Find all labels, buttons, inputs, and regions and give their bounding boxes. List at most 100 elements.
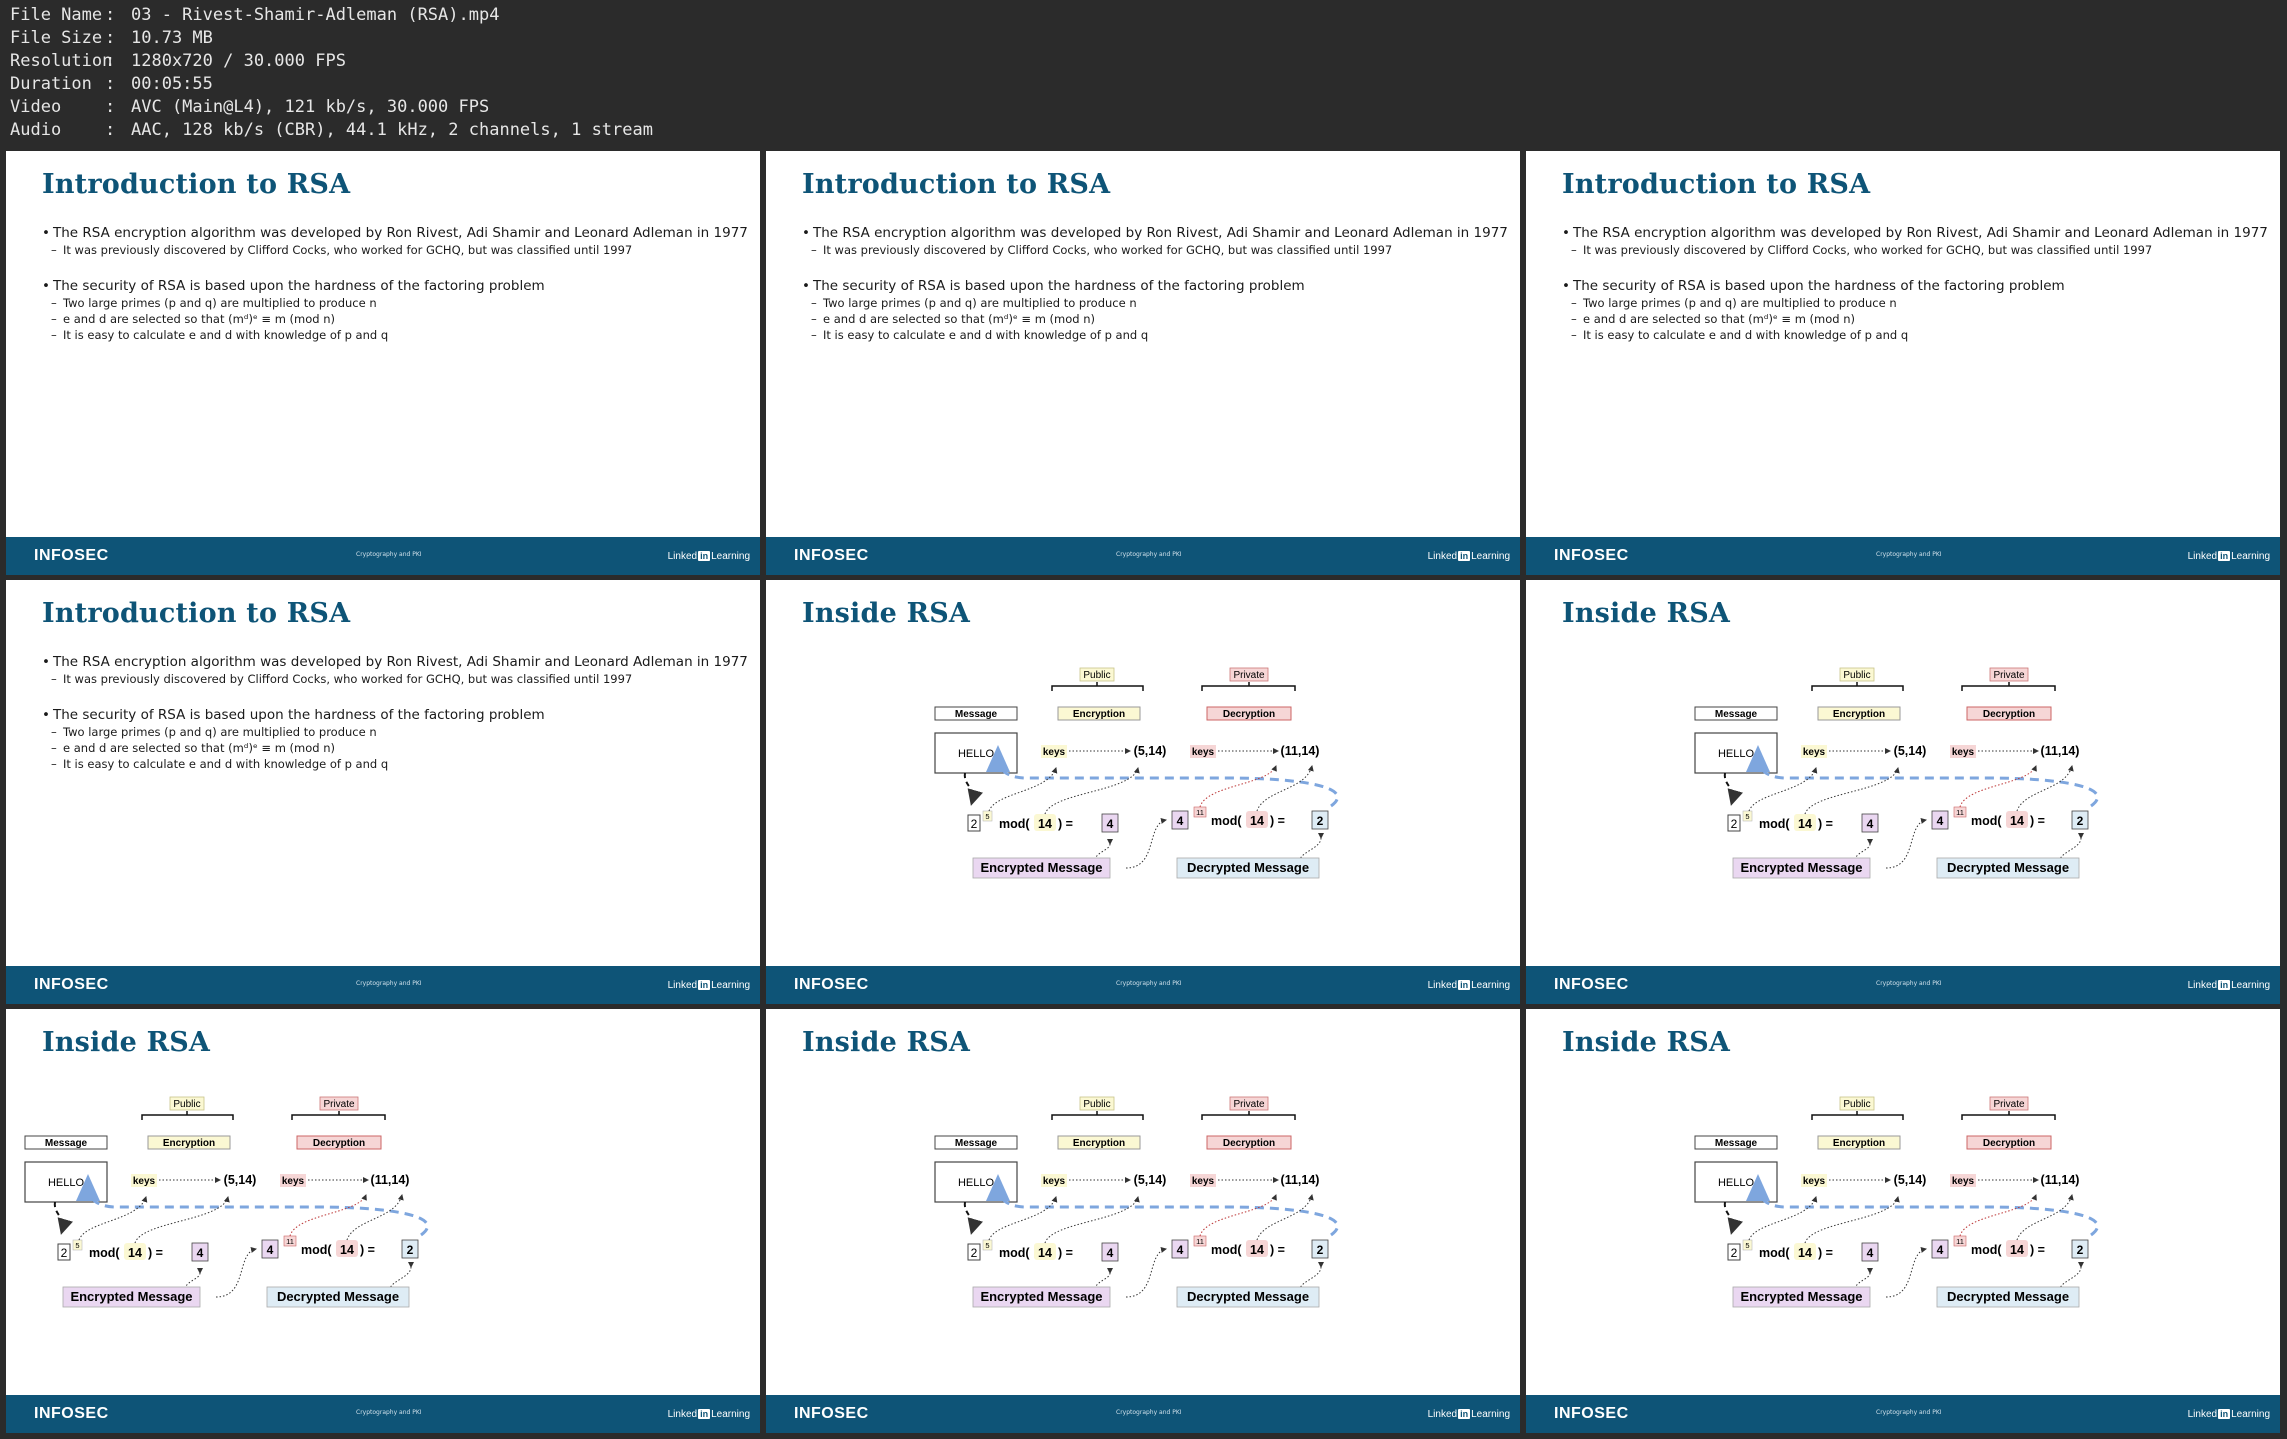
mod-close: ) = [1058, 1246, 1073, 1260]
cipher-value: 4 [1937, 814, 1944, 828]
separator: : [105, 28, 116, 48]
public-exponent: 5 [1745, 1241, 1749, 1250]
public-label: Public [1083, 670, 1110, 681]
mod-function: mod( [999, 1246, 1030, 1260]
slide-title: Introduction to RSA [1562, 169, 1871, 200]
keys-label: keys [1803, 1176, 1826, 1187]
linkedin-learning-logo: Linked in Learning [2187, 1409, 2270, 1420]
keys-label: keys [1803, 747, 1826, 758]
slide-thumbnail: Inside RSA Public Private Message Encryp… [766, 1009, 1520, 1433]
plain-value: 2 [1731, 817, 1738, 831]
mod-function: mod( [89, 1246, 120, 1260]
mod-function: mod( [1971, 1243, 2002, 1257]
slide-thumbnail: Introduction to RSA The RSA encryption a… [6, 151, 760, 575]
encryption-label: Encryption [1833, 1138, 1885, 1149]
mod-close: ) = [360, 1243, 375, 1257]
sub-bullet-item: Two large primes (p and q) are multiplie… [1562, 295, 2272, 311]
private-exponent: 11 [1196, 1237, 1204, 1246]
decrypted-value: 2 [1317, 1243, 1324, 1257]
bullet-item: The security of RSA is based upon the ha… [1562, 278, 2272, 295]
message-label: Message [955, 709, 998, 720]
bullet-item: The RSA encryption algorithm was develop… [42, 225, 752, 242]
slide-footer: INFOSEC Cryptography and PKI Linked in Lea… [6, 1395, 760, 1433]
course-name: Cryptography and PKI [1876, 551, 1942, 558]
public-exponent: 5 [75, 1241, 79, 1250]
bullet-list: The RSA encryption algorithm was develop… [42, 225, 752, 343]
private-label: Private [1993, 670, 2025, 681]
encryption-label: Encryption [1833, 709, 1885, 720]
cipher-value: 4 [197, 1246, 204, 1260]
keys-label: keys [1952, 1176, 1975, 1187]
separator: : [105, 97, 116, 117]
modulus: 14 [1250, 1243, 1264, 1257]
bullet-list: The RSA encryption algorithm was develop… [42, 654, 752, 772]
plain-value: 2 [1731, 1246, 1738, 1260]
decrypted-message-label: Decrypted Message [1187, 860, 1309, 875]
linkedin-learning-logo: Linked in Learning [1427, 551, 1510, 562]
file-info-key: File Size [10, 28, 103, 48]
linkedin-learning-logo: Linked in Learning [2187, 551, 2270, 562]
bullet-item: The security of RSA is based upon the ha… [42, 707, 752, 724]
keys-label: keys [133, 1176, 156, 1187]
private-exponent: 11 [1956, 808, 1964, 817]
mod-function: mod( [1759, 1246, 1790, 1260]
private-exponent: 11 [1956, 1237, 1964, 1246]
sub-bullet-item: It was previously discovered by Clifford… [42, 242, 752, 258]
file-info-value: AVC (Main@L4), 121 kb/s, 30.000 FPS [131, 97, 490, 117]
modulus: 14 [340, 1243, 354, 1257]
sub-bullet-item: e and d are selected so that (mᵈ)ᵉ ≡ m (… [42, 311, 752, 327]
message-label: Message [45, 1138, 88, 1149]
modulus: 14 [1798, 1246, 1812, 1260]
decrypted-value: 2 [407, 1243, 414, 1257]
slide-footer: INFOSEC Cryptography and PKI Linked in Lea… [6, 537, 760, 575]
cipher-value: 4 [1937, 1243, 1944, 1257]
public-key: (5,14) [1134, 1173, 1167, 1187]
course-name: Cryptography and PKI [1876, 980, 1942, 987]
separator: : [105, 74, 116, 94]
bullet-item: The RSA encryption algorithm was develop… [802, 225, 1512, 242]
public-key: (5,14) [1134, 744, 1167, 758]
sub-bullet-item: It was previously discovered by Clifford… [1562, 242, 2272, 258]
keys-label: keys [1043, 747, 1066, 758]
file-info-value: 1280x720 / 30.000 FPS [131, 51, 346, 71]
mod-close: ) = [148, 1246, 163, 1260]
bullet-list: The RSA encryption algorithm was develop… [802, 225, 1512, 343]
slide-footer: INFOSEC Cryptography and PKI Linked in Lea… [1526, 1395, 2280, 1433]
plain-value: 2 [971, 1246, 978, 1260]
sub-bullet-item: It is easy to calculate e and d with kno… [42, 327, 752, 343]
private-exponent: 11 [286, 1237, 294, 1246]
infosec-logo: INFOSEC [34, 976, 109, 993]
encrypted-message-label: Encrypted Message [70, 1289, 192, 1304]
file-info-row: Video: AVC (Main@L4), 121 kb/s, 30.000 FP… [10, 96, 489, 119]
bullet-item: The RSA encryption algorithm was develop… [1562, 225, 2272, 242]
slide-footer: INFOSEC Cryptography and PKI Linked in Lea… [1526, 537, 2280, 575]
infosec-logo: INFOSEC [1554, 976, 1629, 993]
rsa-diagram: Public Private Message Encryption Decryp… [934, 1096, 1339, 1308]
slide-title: Introduction to RSA [42, 598, 351, 629]
separator: : [105, 120, 116, 140]
hello-text: HELLO [48, 1177, 85, 1189]
mod-function: mod( [1759, 817, 1790, 831]
private-label: Private [1993, 1099, 2025, 1110]
public-key: (5,14) [224, 1173, 257, 1187]
sub-bullet-item: Two large primes (p and q) are multiplie… [42, 295, 752, 311]
linkedin-learning-logo: Linked in Learning [2187, 980, 2270, 991]
rsa-diagram: Public Private Message Encryption Decryp… [24, 1096, 429, 1308]
public-exponent: 5 [1745, 812, 1749, 821]
private-key: (11,14) [371, 1173, 410, 1187]
keys-label: keys [1043, 1176, 1066, 1187]
course-name: Cryptography and PKI [1116, 1409, 1182, 1416]
keys-label: keys [1952, 747, 1975, 758]
decrypted-value: 2 [2077, 814, 2084, 828]
mod-function: mod( [1971, 814, 2002, 828]
encryption-label: Encryption [1073, 709, 1125, 720]
cipher-value: 4 [1177, 1243, 1184, 1257]
cipher-value: 4 [1107, 817, 1114, 831]
slide-thumbnail: Inside RSA Public Private Message Encryp… [1526, 580, 2280, 1004]
sub-bullet-item: Two large primes (p and q) are multiplie… [42, 724, 752, 740]
course-name: Cryptography and PKI [356, 1409, 422, 1416]
private-exponent: 11 [1196, 808, 1204, 817]
linkedin-learning-logo: Linked in Learning [667, 1409, 750, 1420]
sub-bullet-item: e and d are selected so that (mᵈ)ᵉ ≡ m (… [1562, 311, 2272, 327]
message-label: Message [955, 1138, 998, 1149]
